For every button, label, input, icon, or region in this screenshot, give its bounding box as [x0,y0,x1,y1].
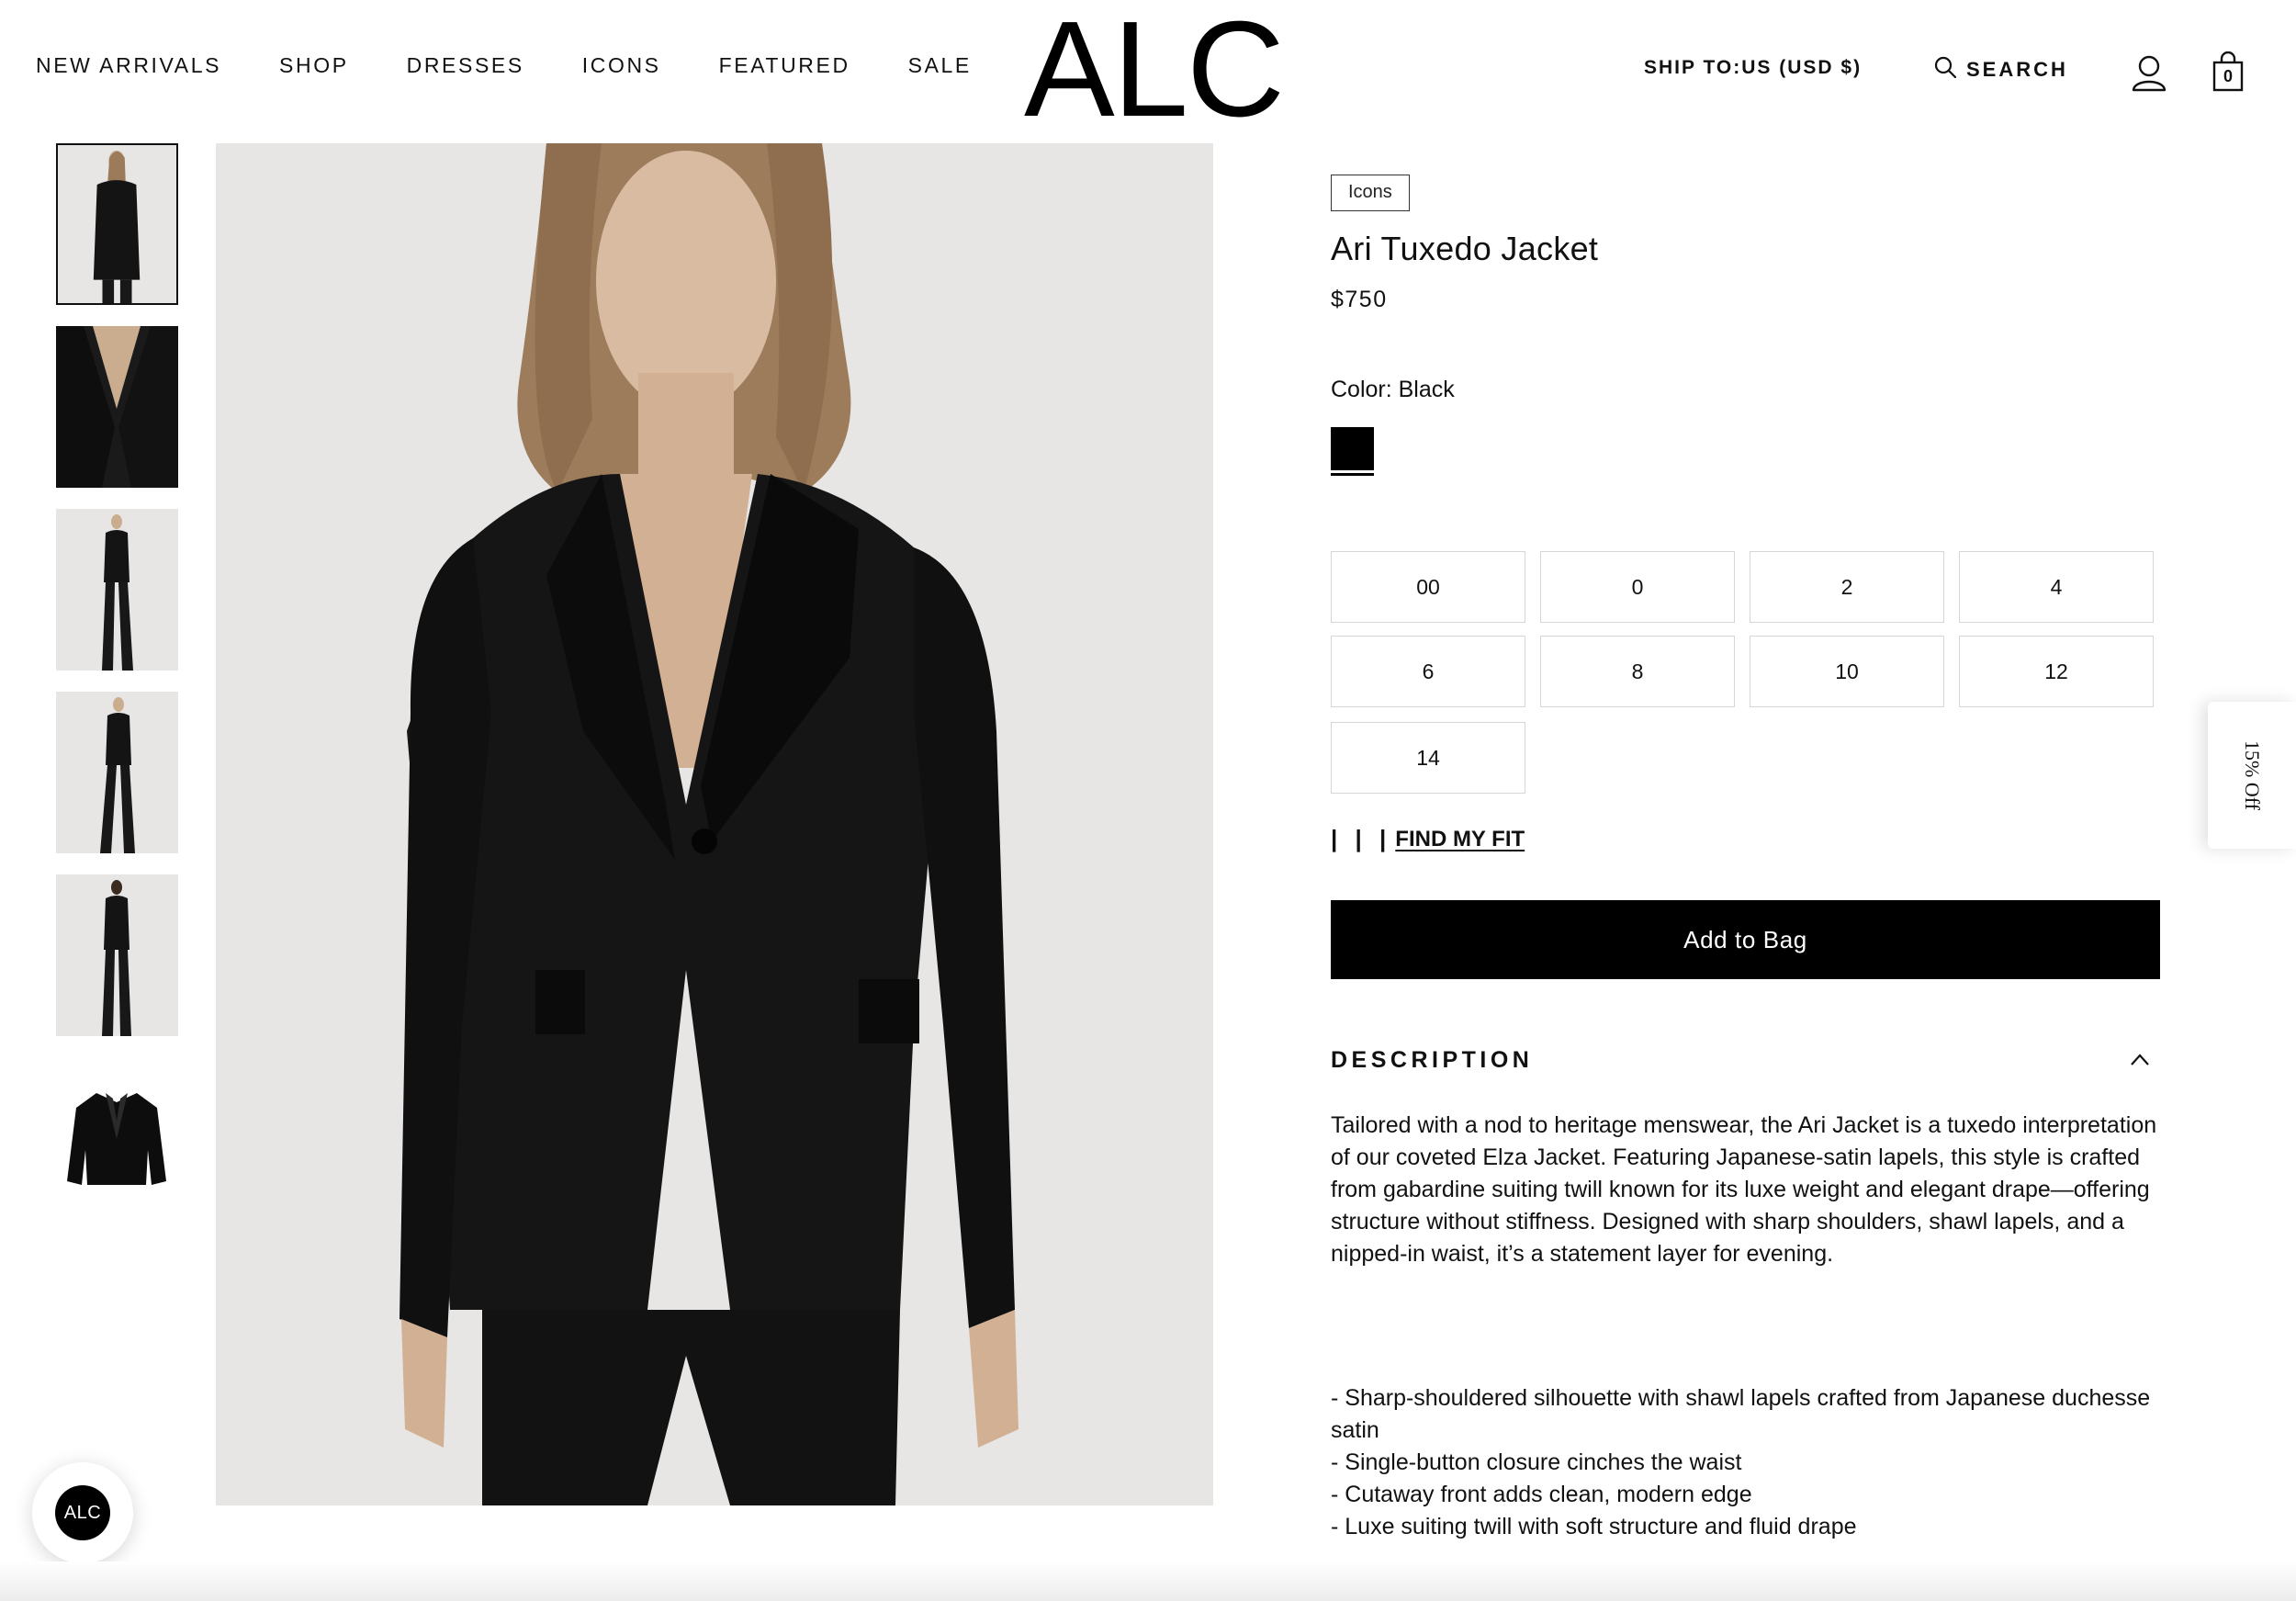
search-label: SEARCH [1966,57,2068,81]
chevron-up-icon[interactable] [2129,1049,2151,1071]
search-button[interactable]: SEARCH [1933,55,2068,84]
nav-featured[interactable]: FEATURED [719,53,850,78]
color-swatch-black[interactable] [1331,427,1374,470]
main-nav: NEW ARRIVALS SHOP DRESSES ICONS FEATURED… [36,53,1030,78]
site-header: NEW ARRIVALS SHOP DRESSES ICONS FEATURED… [0,0,2296,143]
nav-new-arrivals[interactable]: NEW ARRIVALS [36,53,221,78]
thumbnail-5[interactable] [56,874,178,1036]
size-option-8[interactable]: 8 [1540,636,1735,707]
search-icon [1933,55,1957,84]
selected-swatch-indicator [1331,473,1374,476]
feature-list: - Sharp-shouldered silhouette with shawl… [1331,1382,2167,1543]
size-option-6[interactable]: 6 [1331,636,1525,707]
size-option-2[interactable]: 2 [1750,551,1944,623]
discount-label: 15% Off [2241,740,2264,810]
thumbnail-6[interactable] [56,1065,178,1227]
description-text: Tailored with a nod to heritage menswear… [1331,1112,2157,1267]
ship-to-selector[interactable]: SHIP TO:US (USD $) [1644,57,1862,79]
thumbnail-3[interactable] [56,509,178,671]
color-label: Color: Black [1331,377,1455,402]
thumbnail-4[interactable] [56,692,178,853]
nav-dresses[interactable]: DRESSES [407,53,524,78]
collection-badge: Icons [1331,175,1410,211]
size-option-4[interactable]: 4 [1959,551,2154,623]
feature-item: - Single-button closure cinches the wais… [1331,1449,1742,1475]
product-title: Ari Tuxedo Jacket [1331,230,1599,267]
size-option-0[interactable]: 0 [1540,551,1735,623]
bag-count: 0 [2223,67,2233,85]
fit-bars-icon: | | | [1331,825,1392,852]
thumbnail-2[interactable] [56,326,178,488]
feature-item: - Cutaway front adds clean, modern edge [1331,1482,1752,1507]
main-product-image[interactable] [216,143,1213,1505]
find-my-fit-link[interactable]: FIND MY FIT [1395,827,1525,852]
brand-logo[interactable]: ALC [1024,2,1285,138]
feature-item: - Luxe suiting twill with soft structure… [1331,1514,1857,1539]
discount-side-tab[interactable]: 15% Off [2208,702,2296,849]
thumbnail-1[interactable] [56,143,178,305]
chat-launcher-button[interactable]: ALC [32,1462,133,1563]
size-option-14[interactable]: 14 [1331,722,1525,794]
nav-icons[interactable]: ICONS [582,53,661,78]
size-option-10[interactable]: 10 [1750,636,1944,707]
page-bottom-fade [0,1562,2296,1601]
size-option-12[interactable]: 12 [1959,636,2154,707]
add-to-bag-button[interactable]: Add to Bag [1331,900,2160,979]
shopping-bag-button[interactable]: 0 [2212,51,2244,92]
description-heading[interactable]: DESCRIPTION [1331,1047,1533,1074]
chat-logo-icon: ALC [55,1485,110,1540]
size-option-00[interactable]: 00 [1331,551,1525,623]
nav-sale[interactable]: SALE [908,53,972,78]
nav-shop[interactable]: SHOP [279,53,349,78]
feature-item: - Sharp-shouldered silhouette with shawl… [1331,1385,2151,1443]
find-my-fit[interactable]: | | | FIND MY FIT [1331,825,1525,853]
account-icon[interactable] [2131,53,2167,92]
product-price: $750 [1331,287,1388,312]
